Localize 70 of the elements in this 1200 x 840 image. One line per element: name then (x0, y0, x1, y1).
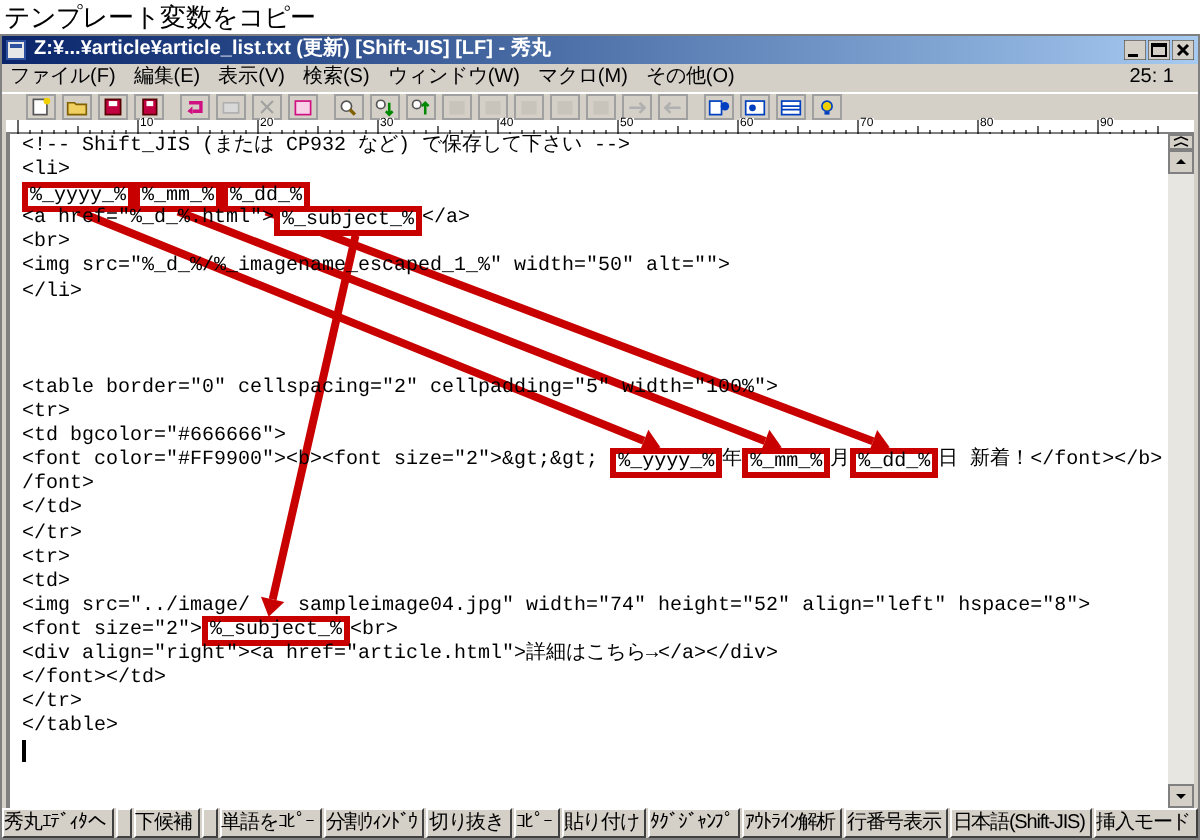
code-line: <img src="../image/ sampleimage04.jpg" width="74" height="52" align="left" hspace="8"> (22, 595, 1091, 619)
code-line: </tr> (22, 523, 83, 548)
code-line: 月 (830, 450, 851, 475)
search-up-icon[interactable] (406, 94, 436, 120)
new-file-icon[interactable] (26, 94, 56, 120)
code-line: /font> (22, 474, 95, 497)
code-line: <tr> (22, 402, 71, 425)
template-variable: %_yyyy_% (610, 447, 723, 478)
menu-item[interactable]: マクロ(M) (537, 66, 628, 90)
blank-key-button[interactable] (201, 808, 218, 838)
code-line: <br> (22, 232, 71, 255)
code-line: <font size="2"> (22, 619, 203, 643)
function-key-button[interactable]: 分割ｳｨﾝﾄﾞｳ (323, 808, 425, 838)
code-line: <li> (22, 160, 71, 185)
maximize-icon[interactable] (1148, 40, 1170, 60)
code-line: </td> (22, 498, 83, 523)
scroll-down-icon[interactable] (1168, 784, 1194, 808)
code-line: </li> (22, 281, 83, 306)
lines-icon[interactable] (776, 94, 806, 120)
app-icon (6, 40, 26, 60)
menu-item[interactable]: その他(O) (645, 66, 735, 90)
code-line: </tr> (22, 692, 83, 715)
disk-icon[interactable] (98, 94, 128, 120)
menu-item[interactable]: ファイル(F) (10, 66, 116, 90)
template-variable: %_mm_% (742, 447, 831, 478)
code-line: <tr> (22, 547, 71, 571)
code-line: </a> (422, 208, 471, 233)
function-key-button[interactable]: ｱｳﾄﾗｲﾝ解析 (742, 808, 843, 838)
code-line: 日 新着！</font></b> (938, 450, 1163, 475)
folder-icon[interactable] (62, 94, 92, 120)
scroll-up-icon[interactable] (1168, 150, 1194, 174)
function-key-button[interactable]: 下候補 (133, 808, 200, 838)
close-icon[interactable] (1172, 40, 1194, 60)
function-key-button[interactable]: 秀丸ｴﾃﾞｨﾀへ (2, 808, 114, 838)
search-icon[interactable] (334, 94, 364, 120)
minimize-icon[interactable] (1124, 40, 1146, 60)
search-down-icon[interactable] (370, 94, 400, 120)
code-line: </font></td> (22, 668, 167, 691)
bulb-icon[interactable] (812, 94, 842, 120)
cursor-position: 25: 1 (1129, 66, 1176, 90)
undo-icon[interactable] (180, 94, 210, 120)
menu-item[interactable]: 編集(E) (133, 66, 201, 90)
function-key-button[interactable]: ﾀｸﾞｼﾞｬﾝﾌﾟ (648, 808, 741, 838)
function-key-button[interactable]: 行番号表示 (844, 808, 949, 838)
menu-item[interactable]: ウィンドウ(W) (387, 66, 520, 90)
function-key-button[interactable]: 貼り付け (561, 808, 647, 838)
function-key-button[interactable]: 挿入モード (1094, 808, 1198, 838)
help-icon[interactable] (704, 94, 734, 120)
function-key-button[interactable]: 単語をｺﾋﾟｰ (219, 808, 322, 838)
function-key-button[interactable]: ｺﾋﾟｰ (513, 808, 560, 838)
window-title: Z:¥...¥article¥article_list.txt (更新) [Shift-JIS] [LF] - 秀丸 (34, 38, 553, 62)
function-key-button[interactable]: 日本語(Shift-JIS) (950, 808, 1093, 838)
text-cursor (22, 740, 26, 763)
window-icon[interactable] (740, 94, 770, 120)
template-variable: %_dd_% (850, 447, 939, 478)
code-line: 年 (722, 450, 743, 475)
split-handle-icon[interactable] (1168, 134, 1194, 150)
code-line: </table> (22, 716, 119, 741)
menu-item[interactable]: 表示(V) (218, 66, 285, 90)
function-key-button[interactable]: 切り抜き (426, 808, 512, 838)
code-line: <div align="right"><a href="article.html">詳細はこちら→</a></div> (22, 643, 779, 667)
code-line: <td> (22, 571, 71, 595)
code-line: <td bgcolor="#666666"> (22, 426, 287, 449)
blank-key-button[interactable] (115, 808, 132, 838)
menu-item[interactable]: 検索(S) (302, 66, 370, 90)
paste-icon[interactable] (288, 94, 318, 120)
template-variable: %_subject_% (274, 205, 423, 236)
code-line: <!-- Shift_JIS (または CP932 など) で保存して下さい --> (22, 136, 631, 159)
code-line: <br> (350, 619, 399, 643)
scrollbar[interactable] (1168, 134, 1194, 808)
